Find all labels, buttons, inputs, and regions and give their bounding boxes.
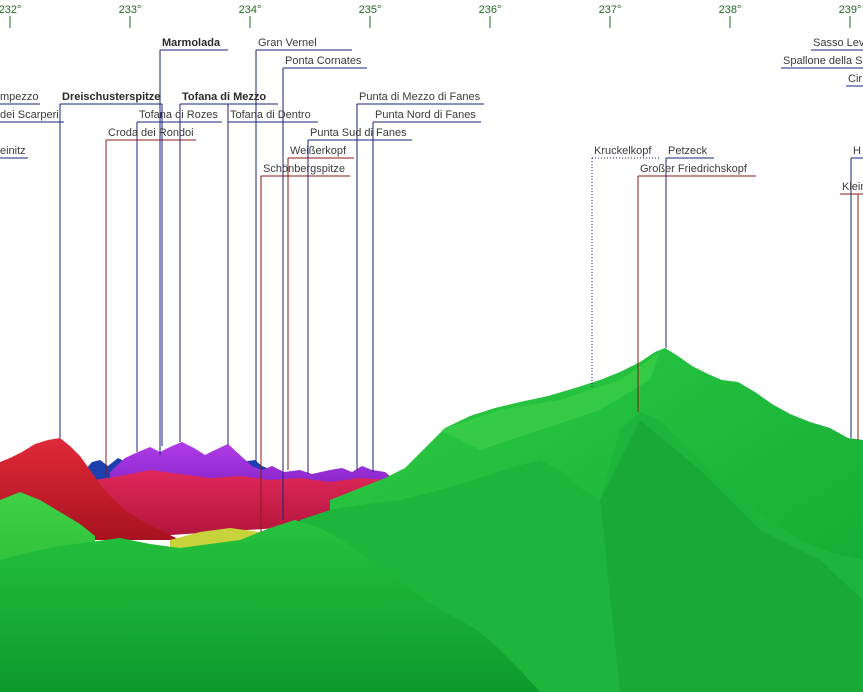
peak-label[interactable]: einitz: [0, 145, 26, 157]
peak-label[interactable]: Weißerkopf: [290, 145, 347, 157]
peak-label[interactable]: Kruckelkopf: [594, 145, 652, 157]
azimuth-label: 232°: [0, 4, 21, 16]
azimuth-label: 237°: [599, 4, 622, 16]
peak-label[interactable]: Ponta Cornates: [285, 55, 362, 67]
peak-label[interactable]: mpezzo: [0, 91, 39, 103]
peak-label[interactable]: Schönbergspitze: [263, 163, 345, 175]
peak-label[interactable]: Spallone della S: [783, 55, 863, 67]
peak-label[interactable]: Großer Friedrichskopf: [640, 163, 748, 175]
peak-label[interactable]: Tofana di Mezzo: [182, 91, 266, 103]
peak-label[interactable]: Tofana di Rozes: [139, 109, 218, 121]
azimuth-label: 235°: [359, 4, 382, 16]
panorama-view[interactable]: 232° 233° 234° 235° 236° 237° 238° 239° Marmolad…: [0, 0, 863, 692]
azimuth-label: 236°: [479, 4, 502, 16]
peak-label[interactable]: Petzeck: [668, 145, 708, 157]
peak-label[interactable]: Gran Vernel: [258, 37, 317, 49]
peak-label[interactable]: Punta Nord di Fanes: [375, 109, 476, 121]
azimuth-label: 239°: [839, 4, 862, 16]
peak-label[interactable]: Punta Sud di Fanes: [310, 127, 407, 139]
peak-label[interactable]: Tofana di Dentro: [230, 109, 311, 121]
labels-overlay: 232° 233° 234° 235° 236° 237° 238° 239° Marmolad…: [0, 4, 863, 532]
peak-label[interactable]: Marmolada: [162, 37, 221, 49]
peak-label[interactable]: Cir: [848, 73, 862, 85]
peak-label[interactable]: H: [853, 145, 861, 157]
peak-label[interactable]: Klein: [842, 181, 863, 193]
azimuth-label: 234°: [239, 4, 262, 16]
azimuth-label: 233°: [119, 4, 142, 16]
peak-label[interactable]: Croda dei Rondoi: [108, 127, 194, 139]
peak-label[interactable]: Dreischusterspitze: [62, 91, 160, 103]
peak-label[interactable]: Sasso Lev: [813, 37, 863, 49]
peak-label[interactable]: dei Scarperi: [0, 109, 59, 121]
azimuth-label: 238°: [719, 4, 742, 16]
peak-label[interactable]: Punta di Mezzo di Fanes: [359, 91, 481, 103]
